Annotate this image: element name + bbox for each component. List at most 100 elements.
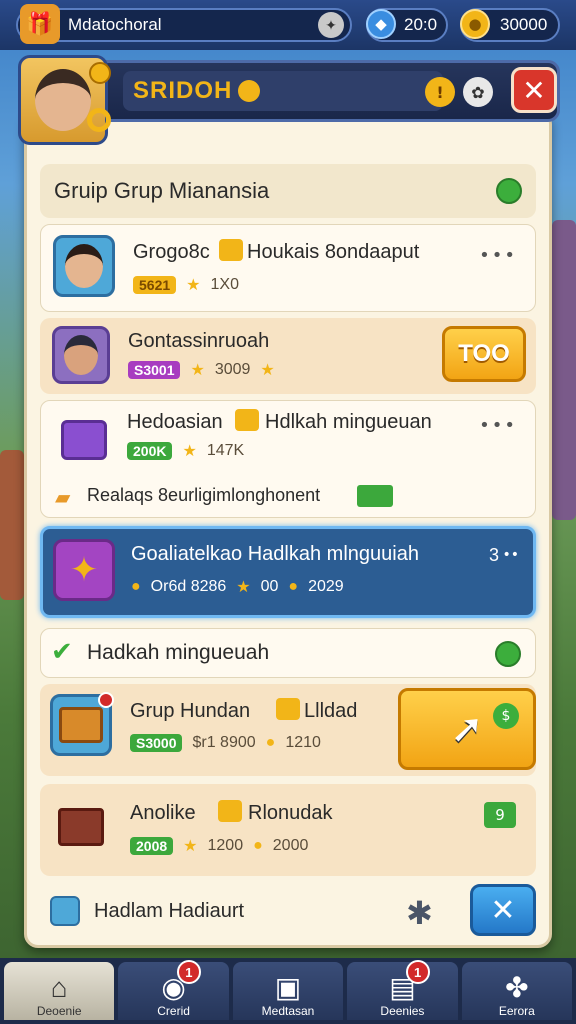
share-icon[interactable]: ✿ [463, 77, 493, 107]
gem-icon: ◆ [366, 9, 396, 39]
level-tag: 200K [127, 442, 173, 460]
crown-icon [235, 409, 259, 431]
section-header-1: Gruip Grup Mianansia [40, 164, 536, 218]
item-name: Grogo8c [133, 241, 210, 263]
avatar-face-icon [65, 244, 103, 288]
ring-icon [87, 108, 111, 132]
header-title: SRIDOH [123, 71, 443, 111]
key-icon: ✦ [53, 539, 115, 601]
list-item-highlighted[interactable]: ✦ Goaliatelkao Hadlkah mlnguuiah ● Or6d … [40, 526, 536, 618]
item-stat-2: 00 [260, 578, 279, 595]
coin-icon: ● [131, 578, 141, 595]
item-stat: 1X0 [210, 276, 239, 293]
nav-item-more[interactable]: ✤ Eerora [461, 962, 573, 1020]
grid-icon: ✤ [505, 972, 529, 1003]
settings-icon[interactable]: ✦ [318, 12, 344, 38]
avatar-face-icon [64, 335, 98, 375]
star-icon: ★ [236, 579, 251, 596]
notification-dot-icon [98, 692, 114, 708]
level-tag: S3001 [128, 361, 181, 379]
nav-item-shop[interactable]: ▣ Medtasan [232, 962, 344, 1020]
item-name-2: Rlonudak [248, 802, 333, 824]
star-icon: ★ [186, 277, 201, 294]
item-name-2: Houkais 8ondaaput [247, 241, 420, 263]
gift-icon[interactable]: 🎁 [20, 4, 60, 44]
list-item-2[interactable]: Gontassinruoah S3001 ★ 3009 ★ TOO [40, 318, 536, 394]
item-badge: 3 [488, 545, 499, 565]
list-item-5[interactable]: Grup Hundan Llldad S3000 $r1 8900 ● 1210… [40, 684, 536, 776]
star-icon: ★ [183, 838, 198, 855]
star-icon: ★ [182, 443, 197, 460]
item-stat-1: $r1 8900 [192, 734, 256, 751]
cursor-icon: ➚ [450, 706, 484, 752]
avatar [53, 235, 115, 297]
item-stats: 2008 ★ 1200 ● 2000 [130, 836, 308, 856]
refresh-icon[interactable] [495, 641, 521, 667]
coin-icon: ● [460, 9, 490, 39]
item-stat-2: 1210 [285, 734, 321, 751]
coin-icon: ● [265, 734, 276, 751]
refresh-icon[interactable] [496, 178, 522, 204]
section-title: Gruip Grup Mianansia [54, 178, 270, 203]
item-stats: S3000 $r1 8900 ● 1210 [130, 734, 321, 752]
footer-row: Hadlam Hadiaurt ✱ ✕ [40, 884, 536, 940]
nav-label: Deoenie [36, 1004, 82, 1018]
item-stat-3: 2029 [308, 578, 344, 595]
item-stat-1: 1200 [207, 837, 244, 854]
close-button[interactable]: ✕ [511, 67, 557, 113]
nav-item-home[interactable]: ⌂ Deoenie [4, 962, 115, 1020]
more-options-icon[interactable]: ••• [479, 415, 517, 436]
side-badge[interactable]: 9 [484, 802, 516, 828]
action-button-label: TOO [458, 340, 510, 367]
level-tag: 2008 [130, 837, 174, 855]
item-name: Anolike [130, 802, 196, 824]
list-item-6[interactable]: Anolike Rlonudak 2008 ★ 1200 ● 2000 9 [40, 784, 536, 876]
footer-label: Hadlam Hadiaurt [94, 900, 245, 922]
close-icon: ✕ [490, 892, 516, 928]
item-stat-2: 2000 [272, 837, 309, 854]
player-name-pill[interactable]: Mdatochoral ✦ [16, 8, 352, 42]
nav-item-cards[interactable]: 1 ▤ Deenies [347, 960, 458, 1020]
dollar-icon: $ [493, 703, 519, 729]
more-options-icon[interactable]: •• [502, 547, 519, 563]
gift-box-icon [53, 409, 115, 471]
level-tag: S3000 [130, 734, 183, 752]
gift-icon [50, 896, 80, 926]
close-icon: ✕ [522, 73, 546, 107]
player-name: Mdatochoral [68, 15, 162, 34]
level-tag: 5621 [133, 276, 177, 294]
claim-button[interactable]: ➚ $ [398, 688, 536, 770]
item-stats: S3001 ★ 3009 ★ [128, 360, 275, 380]
crown-icon [219, 239, 243, 261]
item-note: Realaqs 8eurligimlonghonent [87, 485, 321, 505]
list-item-3[interactable]: Hedoasian Hdlkah mingueuan 200K ★ 147K •… [40, 400, 536, 518]
settings-icon[interactable]: ✱ [406, 894, 433, 932]
gems-value: 20:0 [404, 15, 438, 34]
player-avatar[interactable] [18, 55, 111, 145]
cancel-button[interactable]: ✕ [470, 884, 536, 936]
item-name: Grup Hundan [130, 700, 251, 722]
item-stats: ● Or6d 8286 ★ 00 ● 2029 [131, 577, 344, 597]
nav-label: Medtasan [261, 1004, 315, 1018]
coins-value: 30000 [500, 15, 548, 34]
header-title-text: SRIDOH [133, 77, 233, 104]
nav-label: Deenies [380, 1004, 425, 1018]
nav-label: Crerid [157, 1004, 190, 1018]
item-name: Goaliatelkao Hadlkah mlnguuiah [131, 543, 419, 565]
top-bar: Mdatochoral ✦ 🎁 20:0 ◆ 30000 ● [0, 0, 576, 50]
more-options-icon[interactable]: ••• [479, 245, 517, 266]
list-item-1[interactable]: Grogo8c Houkais 8ondaaput 5621 ★ 1X0 ••• [40, 224, 536, 312]
ticket-icon: ▰ [55, 485, 71, 509]
coin-icon: ● [288, 578, 299, 595]
item-name-2: Llldad [304, 700, 358, 722]
item-name: Hedoasian [127, 411, 223, 433]
item-name: Gontassinruoah [128, 330, 270, 352]
item-stat: 3009 [214, 361, 251, 378]
nav-item-chat[interactable]: 1 ◉ Crerid [118, 960, 229, 1020]
crown-icon [276, 698, 300, 720]
background-house-left [0, 450, 24, 600]
info-icon[interactable]: ! [425, 77, 455, 107]
star-icon: ★ [260, 362, 275, 379]
action-button[interactable]: TOO [442, 326, 526, 382]
coin-icon [238, 80, 261, 102]
